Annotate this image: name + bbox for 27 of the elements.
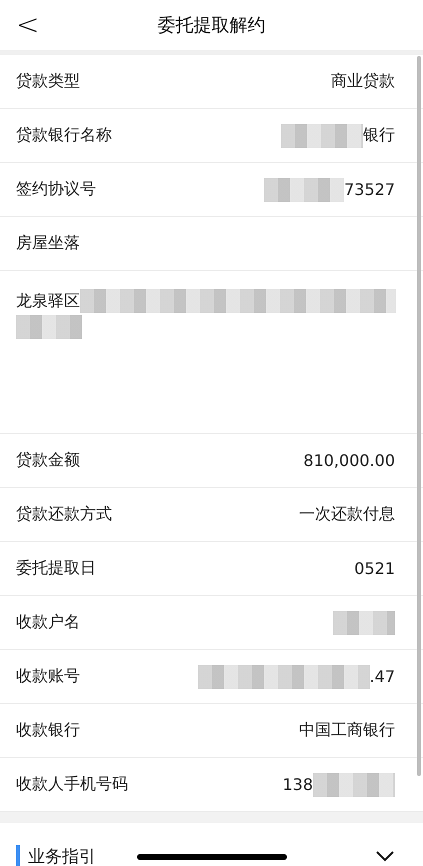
accent-bar-icon	[16, 845, 20, 866]
field-label: 贷款银行名称	[16, 125, 112, 146]
field-value: 0521	[354, 559, 395, 578]
field-label: 收款账号	[16, 666, 80, 687]
field-value: 中国工商银行	[299, 720, 395, 741]
section-title: 业务指引	[28, 846, 96, 866]
field-value: 商业贷款	[331, 71, 395, 92]
field-value: .47	[370, 667, 395, 686]
field-label: 贷款类型	[16, 71, 80, 92]
field-label: 收款人手机号码	[16, 774, 128, 795]
field-value: 73527	[344, 180, 395, 199]
back-button[interactable]: <	[10, 8, 46, 41]
field-value: 银行	[363, 125, 395, 146]
section-header[interactable]: 业务指引	[0, 823, 423, 866]
field-label: 房屋坐落	[16, 233, 80, 254]
address-text: 龙泉驿区	[16, 290, 80, 312]
field-value: 一次还款付息	[299, 504, 395, 525]
field-label: 委托提取日	[16, 558, 96, 579]
chevron-icon[interactable]	[375, 850, 395, 862]
field-label: 贷款金额	[16, 450, 80, 471]
field-label: 签约协议号	[16, 179, 96, 200]
field-label: 收款银行	[16, 720, 80, 741]
field-value: 138	[282, 775, 313, 794]
field-label: 贷款还款方式	[16, 504, 112, 525]
field-label: 收款户名	[16, 612, 80, 633]
page-title: 委托提取解约	[158, 14, 266, 37]
field-value: 810,000.00	[303, 451, 395, 470]
